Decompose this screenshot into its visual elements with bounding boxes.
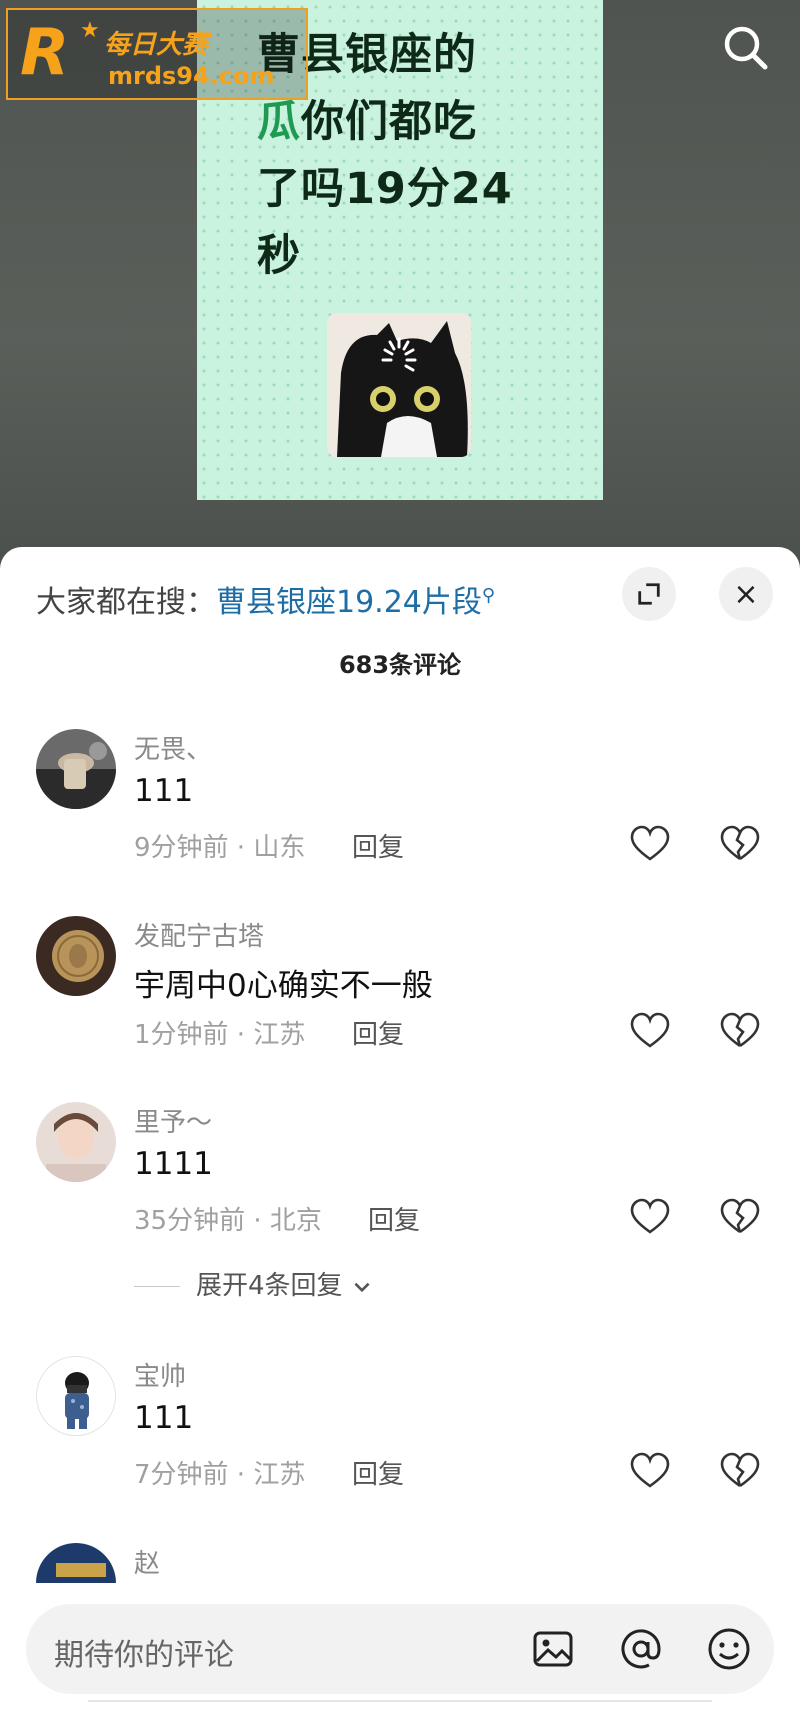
heart-icon[interactable] (630, 1198, 670, 1238)
reply-button[interactable]: 回复 (352, 1454, 404, 1491)
comment-time-location: 1分钟前 · 江苏 (134, 1020, 306, 1050)
video-title-green: 瓜 (257, 97, 301, 147)
comment-author[interactable]: 赵 (134, 1543, 160, 1580)
watermark: R ★ 每日大赛 mrds94.com (6, 8, 308, 100)
comment-time-location: 7分钟前 · 江苏 (134, 1460, 306, 1490)
heart-icon[interactable] (630, 825, 670, 865)
expand-replies-label: 展开4条回复 (196, 1271, 343, 1301)
cat-meme-image (327, 313, 471, 457)
divider (134, 1286, 180, 1287)
comment-time-location: 9分钟前 · 山东 (134, 833, 306, 863)
video-title-line2-rest: 你们都吃 (301, 97, 477, 147)
search-icon[interactable] (720, 22, 772, 74)
avatar[interactable] (36, 1102, 116, 1182)
broken-heart-icon[interactable] (720, 1012, 760, 1052)
heart-icon[interactable] (630, 1012, 670, 1052)
comment-sheet: 大家都在搜：曹县银座19.24片段⚲ × 683条评论 无畏、 111 9分钟前… (0, 547, 800, 1710)
comment-count: 683条评论 (338, 651, 462, 679)
expand-replies-button[interactable]: 展开4条回复 (134, 1265, 373, 1302)
at-icon[interactable] (618, 1626, 664, 1672)
broken-heart-icon[interactable] (720, 825, 760, 865)
comment-input-placeholder: 期待你的评论 (54, 1638, 234, 1673)
image-icon[interactable] (530, 1626, 576, 1672)
watermark-brand: 每日大赛 (104, 30, 209, 60)
close-icon: × (733, 576, 759, 612)
watermark-url: mrds94.com (108, 62, 275, 90)
comment-input[interactable]: 期待你的评论 (26, 1604, 774, 1694)
expand-icon (638, 583, 660, 605)
video-title-line3: 了吗19分24 (257, 164, 513, 214)
avatar[interactable] (36, 916, 116, 996)
bottom-divider (88, 1700, 712, 1710)
comment-item: 赵 (0, 1543, 800, 1583)
reply-button[interactable]: 回复 (368, 1200, 420, 1237)
comment-text: 1111 (134, 1146, 213, 1182)
reply-button[interactable]: 回复 (352, 827, 404, 864)
heart-icon[interactable] (630, 1452, 670, 1492)
comment-author[interactable]: 里予～ (134, 1102, 212, 1139)
broken-heart-icon[interactable] (720, 1198, 760, 1238)
broken-heart-icon[interactable] (720, 1452, 760, 1492)
chevron-down-icon (354, 1282, 370, 1292)
comment-text: 宇周中0心确实不一般 (134, 968, 433, 1004)
comment-text: 111 (134, 773, 194, 809)
avatar[interactable] (36, 1543, 116, 1583)
hot-search[interactable]: 大家都在搜：曹县银座19.24片段⚲ (36, 577, 495, 621)
comment-time-location: 35分钟前 · 北京 (134, 1206, 322, 1236)
avatar[interactable] (36, 1356, 116, 1436)
comment-author[interactable]: 发配宁古塔 (134, 916, 264, 953)
emoji-icon[interactable] (706, 1626, 752, 1672)
hot-search-keyword[interactable]: 曹县银座19.24片段 (216, 585, 482, 620)
video-title-line4: 秒 (257, 231, 301, 281)
comment-author[interactable]: 无畏、 (134, 729, 212, 766)
reply-button[interactable]: 回复 (352, 1014, 404, 1051)
comment-author[interactable]: 宝帅 (134, 1356, 186, 1393)
avatar[interactable] (36, 729, 116, 809)
star-icon: ★ (80, 18, 100, 43)
hot-search-label: 大家都在搜： (36, 585, 216, 620)
watermark-logo: R (20, 16, 70, 90)
comment-text: 111 (134, 1400, 194, 1436)
expand-button[interactable] (622, 567, 676, 621)
search-small-icon: ⚲ (481, 585, 496, 606)
close-button[interactable]: × (719, 567, 773, 621)
